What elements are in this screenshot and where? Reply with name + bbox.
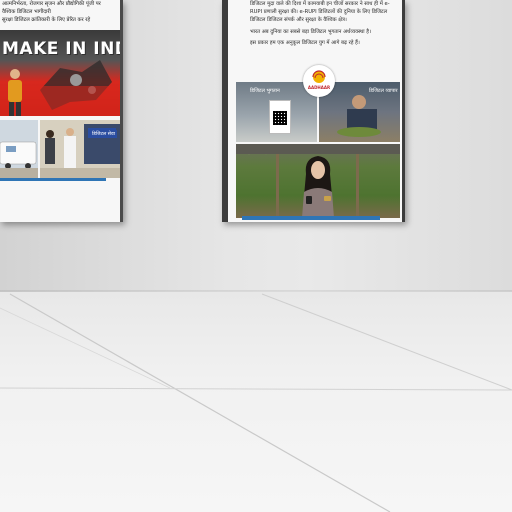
qr-tile-label: डिजिटल भुगतान xyxy=(250,88,280,94)
truck-event-photo: डिजिटल सेवा xyxy=(40,120,120,178)
ambulance-photo xyxy=(0,120,38,178)
floor-tile-lines xyxy=(0,293,512,512)
qr-code-icon xyxy=(273,111,287,125)
qr-payment-photo: डिजिटल भुगतान xyxy=(236,82,317,142)
truck-sign: डिजिटल सेवा xyxy=(90,130,117,138)
ambulance-icon xyxy=(0,120,38,178)
crowd-truck-icon xyxy=(40,120,120,178)
panel1-text-block: आत्मनिर्भरता, रोजगार सृजन और प्रौद्योगिक… xyxy=(2,0,116,24)
panel1-text-line: वैश्विक डिजिटल भागीदारी xyxy=(2,9,51,15)
exhibit-panel-make-in-india[interactable]: आत्मनिर्भरता, रोजगार सृजन और प्रौद्योगिक… xyxy=(0,0,123,222)
panel2-accent-strip xyxy=(242,216,380,220)
panel2-text-block: डिजिटल मुद्रा वाले की दिशा में कामयाबी इ… xyxy=(250,0,390,50)
panel1-accent-strip xyxy=(0,178,106,181)
panel2-paragraph: भारत अब दुनिया का सबसे बड़ा डिजिटल भुगता… xyxy=(250,28,371,35)
make-in-india-banner: MAKE IN INDIA xyxy=(0,30,120,116)
panel1-text-line: आत्मनिर्भरता, रोजगार सृजन और प्रौद्योगिक… xyxy=(2,1,101,7)
woman-with-phone-icon xyxy=(302,156,334,218)
panel2-paragraph: इस प्रकार हम एक अनुकूल डिजिटल युग में आग… xyxy=(250,39,360,46)
gallery-floor xyxy=(0,292,512,512)
panel1-text-line: सुरक्षा डिजिटल क्रांतिकारी के लिए प्रेरि… xyxy=(2,17,91,23)
aadhaar-fingerprint-icon xyxy=(312,70,326,83)
qr-code-card xyxy=(269,100,291,134)
person-figure-icon xyxy=(8,69,22,116)
market-photo: भारत डिजिटल xyxy=(236,144,400,218)
exhibit-panel-digital-payments[interactable]: डिजिटल मुद्रा वाले की दिशा में कामयाबी इ… xyxy=(222,0,405,222)
aadhaar-logo: AADHAAR xyxy=(303,65,335,97)
panel2-paragraph: डिजिटल मुद्रा वाले की दिशा में कामयाबी इ… xyxy=(250,1,390,24)
make-in-india-title: MAKE IN INDIA xyxy=(2,39,120,59)
aadhaar-logo-text: AADHAAR xyxy=(307,85,331,90)
panel2-photo-grid: डिजिटल भुगतान डिजिटल व्यापार भारत डिजिटल xyxy=(236,82,400,220)
